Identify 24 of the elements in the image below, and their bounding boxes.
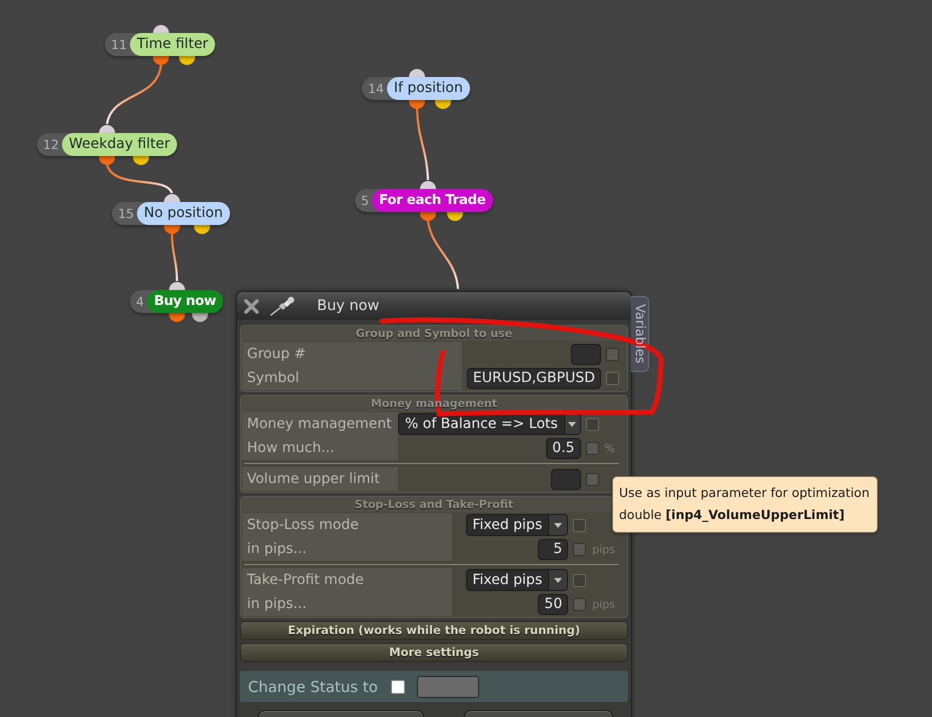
field-label: Volume upper limit xyxy=(242,467,398,491)
field-label: in pips... xyxy=(242,537,452,561)
node-number: 15 xyxy=(118,205,134,223)
node-number: 11 xyxy=(111,36,127,54)
node-number: 4 xyxy=(136,293,144,311)
status-label: Change Status to xyxy=(248,678,379,696)
node-label: Weekday filter xyxy=(62,133,178,156)
node-label: If position xyxy=(386,77,470,100)
node-label: For each Trade xyxy=(372,189,493,212)
field-label: Take-Profit mode xyxy=(242,568,452,592)
field-label: Money management xyxy=(242,412,398,436)
panel-title: Buy now xyxy=(317,298,380,314)
field-label: in pips... xyxy=(242,592,452,616)
node-number: 5 xyxy=(361,192,369,210)
unit-label: % xyxy=(604,440,616,456)
node-label: Buy now xyxy=(146,290,223,313)
field-label: How much... xyxy=(242,436,398,460)
node-number: 14 xyxy=(368,80,384,98)
field-label: Symbol xyxy=(242,366,462,390)
node-number: 12 xyxy=(43,136,59,154)
field-label: Group # xyxy=(242,342,462,366)
field-label: Stop-Loss mode xyxy=(242,513,452,537)
node-label: No position xyxy=(136,202,230,225)
node-label: Time filter xyxy=(130,33,216,56)
